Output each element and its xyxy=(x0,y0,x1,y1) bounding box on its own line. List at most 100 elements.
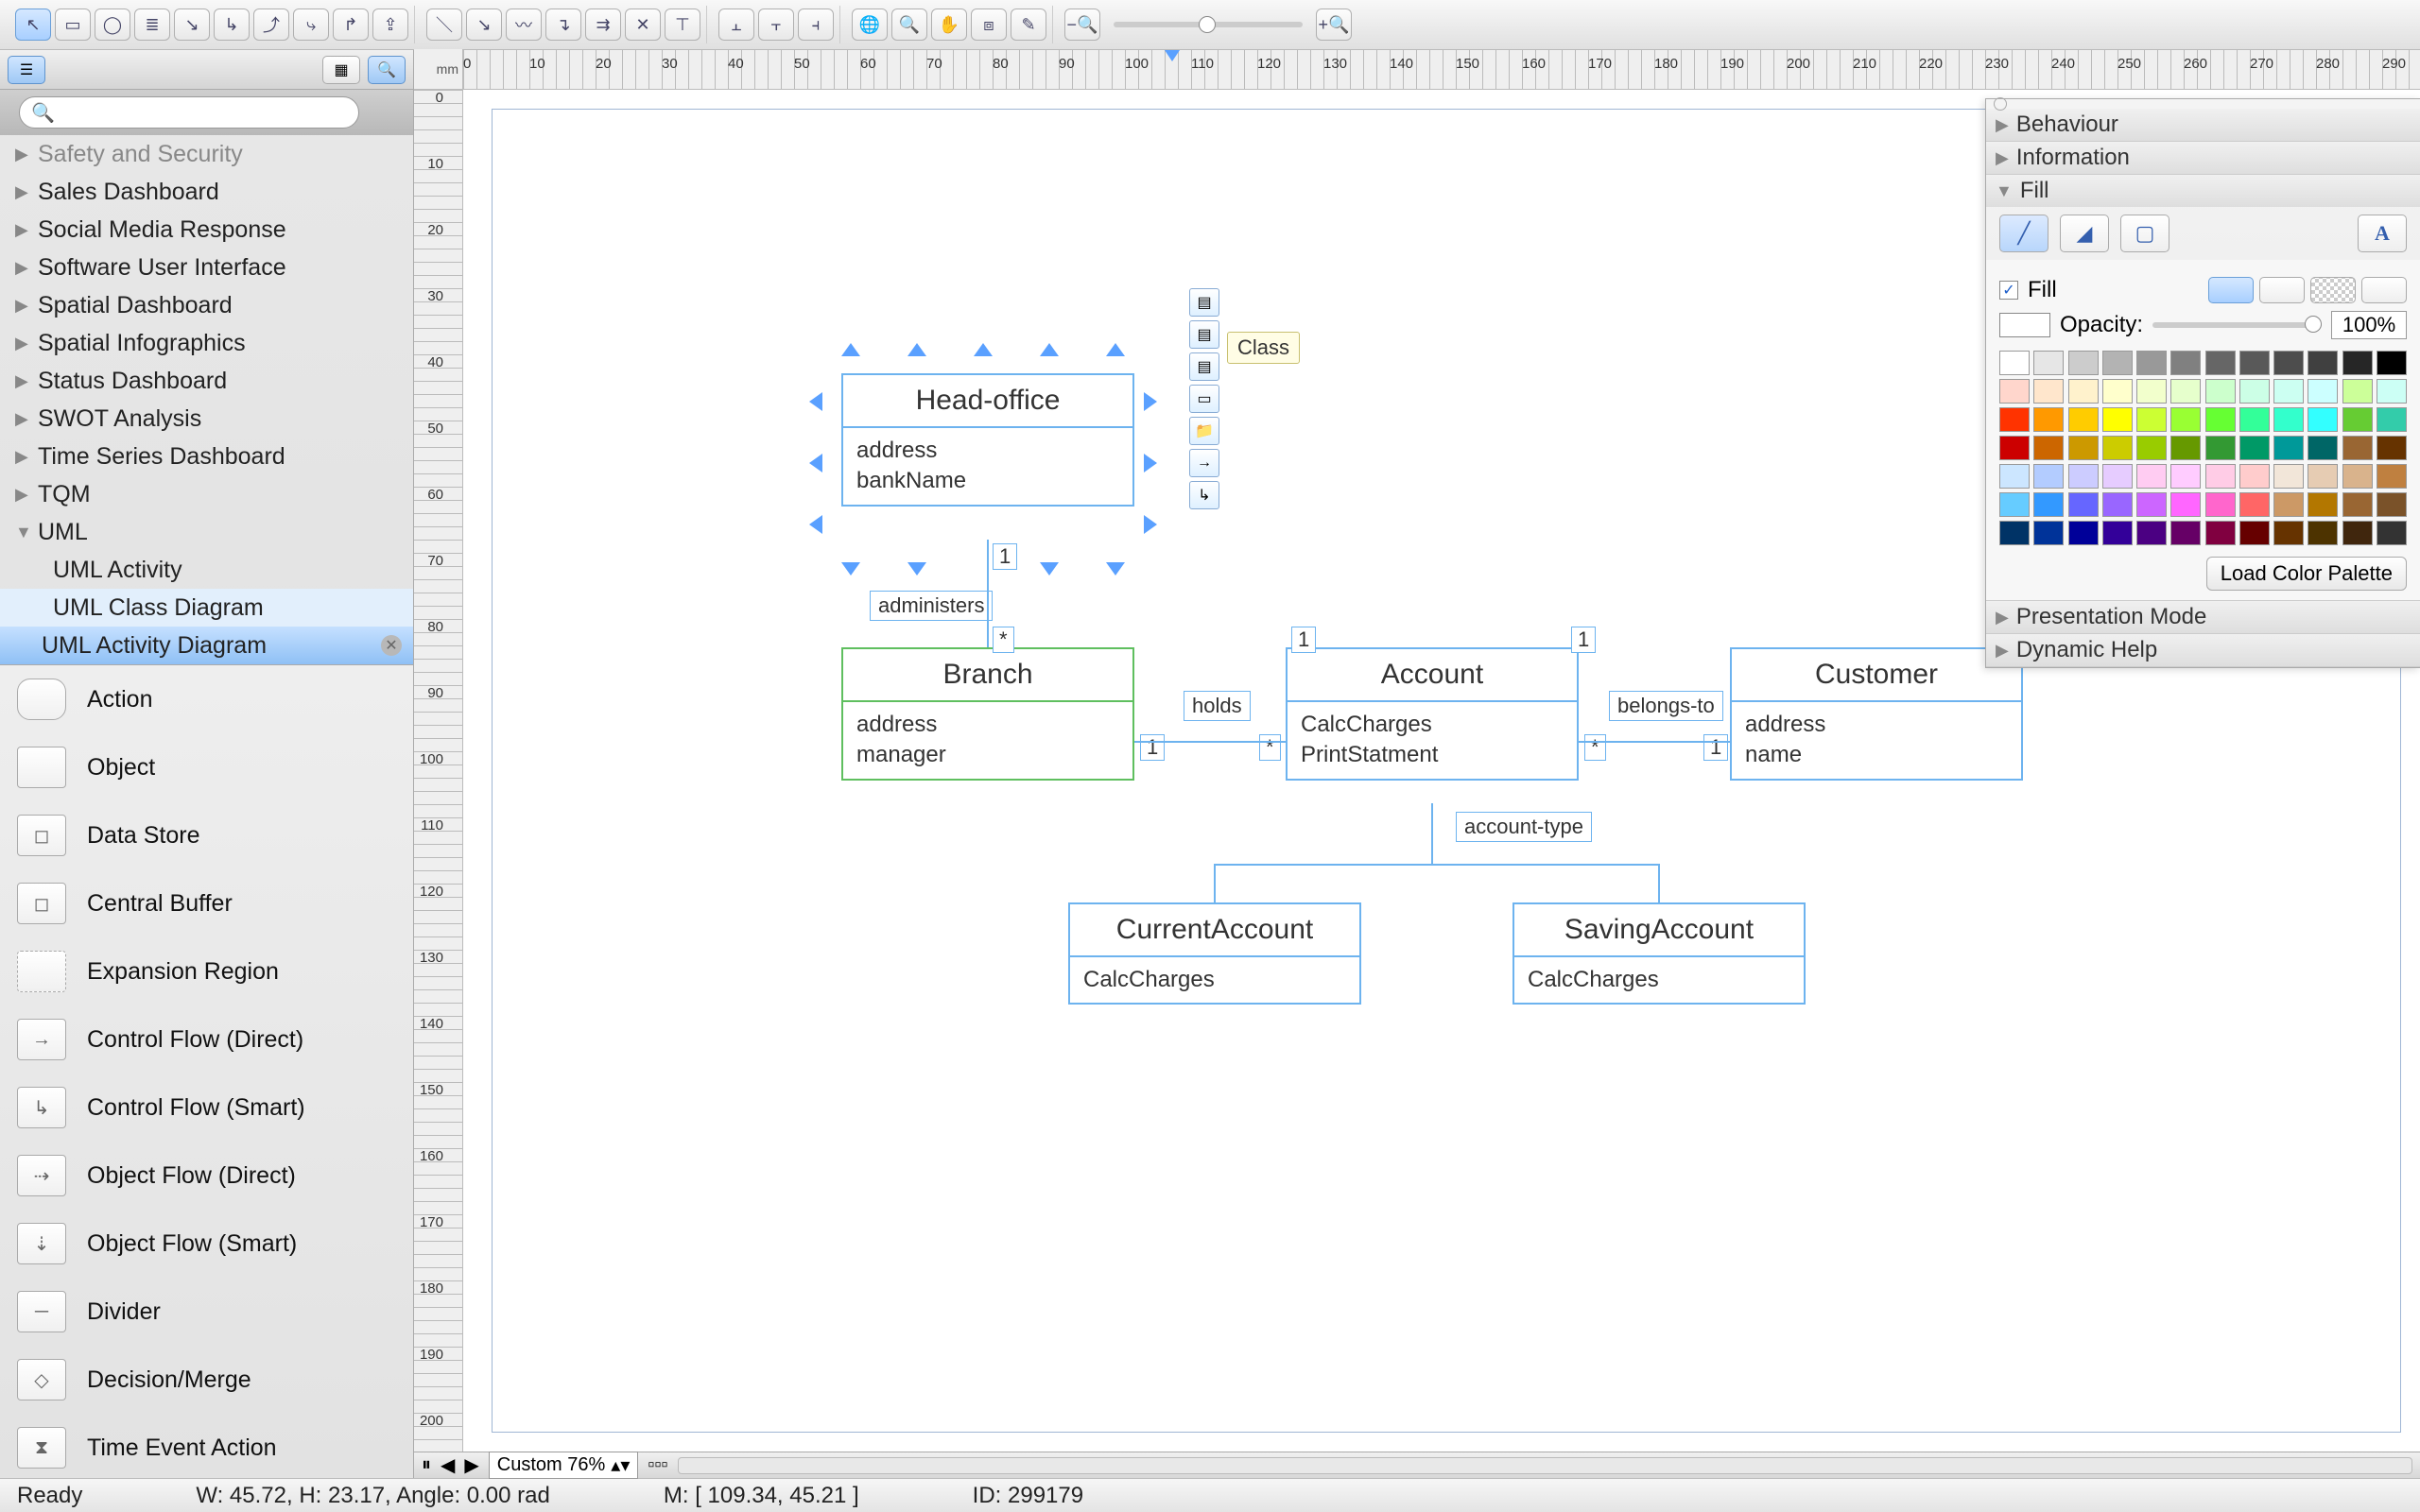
color-swatch[interactable] xyxy=(2205,407,2236,432)
color-swatch[interactable] xyxy=(2205,492,2236,517)
selection-handle[interactable] xyxy=(1144,392,1157,411)
label-account-type[interactable]: account-type xyxy=(1456,812,1592,842)
fill-checkbox[interactable]: ✓ xyxy=(1999,281,2018,300)
shape-oflow-smart[interactable]: ⇣Object Flow (Smart) xyxy=(0,1210,413,1278)
color-swatch[interactable] xyxy=(2342,464,2373,489)
search-toggle-button[interactable]: 🔍 xyxy=(368,56,406,84)
qt-package-button[interactable]: 📁 xyxy=(1189,417,1219,445)
fill-pattern-button[interactable] xyxy=(2310,277,2356,303)
color-swatch[interactable] xyxy=(2170,521,2201,545)
section-information-header[interactable]: ▶Information xyxy=(1986,142,2420,174)
section-presentation-header[interactable]: ▶Presentation Mode xyxy=(1986,601,2420,633)
template-item[interactable]: ▶Time Series Dashboard xyxy=(0,438,413,475)
template-item[interactable]: ▶SWOT Analysis xyxy=(0,400,413,438)
tee-button[interactable]: ⊤ xyxy=(665,9,700,41)
globe-button[interactable]: 🌐 xyxy=(852,9,888,41)
curve-button[interactable]: 〰 xyxy=(506,9,542,41)
shape-action[interactable]: Action xyxy=(0,665,413,733)
zoom-tool-button[interactable]: 🔍 xyxy=(891,9,927,41)
section-fill-header[interactable]: ▼Fill xyxy=(1986,175,2420,207)
color-swatch[interactable] xyxy=(2239,464,2270,489)
ortho-button[interactable]: ↴ xyxy=(545,9,581,41)
color-swatch[interactable] xyxy=(2033,379,2064,404)
color-swatch[interactable] xyxy=(2068,407,2099,432)
color-swatch[interactable] xyxy=(2273,407,2304,432)
selection-handle[interactable] xyxy=(908,343,926,356)
qt-class-button[interactable]: ▤ xyxy=(1189,288,1219,317)
color-swatch[interactable] xyxy=(2273,351,2304,375)
color-swatch[interactable] xyxy=(2068,436,2099,460)
template-item-cut[interactable]: ▶Safety and Security xyxy=(0,135,413,173)
fill-solid-button[interactable] xyxy=(2208,277,2254,303)
color-swatch[interactable] xyxy=(2170,436,2201,460)
color-swatch[interactable] xyxy=(2205,351,2236,375)
cross-button[interactable]: ✕ xyxy=(625,9,661,41)
color-swatch[interactable] xyxy=(2170,492,2201,517)
mult-star[interactable]: * xyxy=(1584,734,1606,761)
class-current-account[interactable]: CurrentAccount CalcCharges xyxy=(1068,902,1361,1005)
textblock-tool-button[interactable]: ≣ xyxy=(134,9,170,41)
fill-gradient-button[interactable] xyxy=(2259,277,2305,303)
selection-handle[interactable] xyxy=(1144,515,1157,534)
color-swatch[interactable] xyxy=(2273,521,2304,545)
color-swatch[interactable] xyxy=(2239,521,2270,545)
color-swatch[interactable] xyxy=(2308,521,2338,545)
qt-dep-button[interactable]: ↳ xyxy=(1189,481,1219,509)
label-belongs-to[interactable]: belongs-to xyxy=(1609,691,1723,721)
connector-e-button[interactable]: ↱ xyxy=(333,9,369,41)
library-search-input[interactable]: 🔍 xyxy=(19,96,359,129)
color-swatch[interactable] xyxy=(2136,351,2167,375)
class-head-office[interactable]: Head-office address bankName xyxy=(841,373,1134,507)
color-swatch[interactable] xyxy=(2273,436,2304,460)
selection-handle[interactable] xyxy=(1106,562,1125,576)
color-swatch[interactable] xyxy=(2377,464,2407,489)
zoom-level-selector[interactable]: Custom 76%▴▾ xyxy=(489,1452,639,1479)
color-swatch[interactable] xyxy=(2205,436,2236,460)
zoom-in-button[interactable]: +🔍 xyxy=(1316,9,1352,41)
color-swatch[interactable] xyxy=(2342,407,2373,432)
selection-handle[interactable] xyxy=(1106,343,1125,356)
selection-handle[interactable] xyxy=(809,454,822,472)
color-swatch[interactable] xyxy=(2033,492,2064,517)
color-swatch[interactable] xyxy=(2377,492,2407,517)
color-swatch[interactable] xyxy=(2377,436,2407,460)
load-palette-button[interactable]: Load Color Palette xyxy=(2206,557,2407,591)
section-behaviour-header[interactable]: ▶Behaviour xyxy=(1986,109,2420,141)
connector-a-button[interactable]: ↘ xyxy=(174,9,210,41)
color-swatch[interactable] xyxy=(2068,521,2099,545)
distribute-c-button[interactable]: ⫞ xyxy=(798,9,834,41)
color-swatch[interactable] xyxy=(2342,351,2373,375)
selection-handle[interactable] xyxy=(1144,454,1157,472)
selection-handle[interactable] xyxy=(809,392,822,411)
color-swatch[interactable] xyxy=(1999,464,2030,489)
fill-image-button[interactable] xyxy=(2361,277,2407,303)
color-swatch[interactable] xyxy=(2273,379,2304,404)
color-swatch[interactable] xyxy=(2170,407,2201,432)
color-swatch[interactable] xyxy=(2170,351,2201,375)
tab-text-icon[interactable]: A xyxy=(2358,215,2407,252)
template-item[interactable]: ▶Spatial Infographics xyxy=(0,324,413,362)
shape-timeevent[interactable]: ⧗Time Event Action xyxy=(0,1414,413,1478)
color-swatch[interactable] xyxy=(2136,492,2167,517)
label-holds[interactable]: holds xyxy=(1184,691,1251,721)
color-swatch[interactable] xyxy=(1999,521,2030,545)
connector-d-button[interactable]: ⤷ xyxy=(293,9,329,41)
color-swatch[interactable] xyxy=(2377,521,2407,545)
color-swatch[interactable] xyxy=(2342,379,2373,404)
color-swatch[interactable] xyxy=(2136,379,2167,404)
color-swatch[interactable] xyxy=(2033,436,2064,460)
color-swatch[interactable] xyxy=(2205,521,2236,545)
pager-next-icon[interactable]: ▶ xyxy=(464,1453,478,1477)
selection-handle[interactable] xyxy=(974,343,993,356)
close-template-button[interactable]: ✕ xyxy=(381,635,402,656)
ruler-guide-marker[interactable] xyxy=(1165,50,1180,61)
color-swatch[interactable] xyxy=(2033,351,2064,375)
color-swatch[interactable] xyxy=(2136,436,2167,460)
shape-decision[interactable]: ◇Decision/Merge xyxy=(0,1346,413,1414)
color-swatch[interactable] xyxy=(2377,351,2407,375)
class-saving-account[interactable]: SavingAccount CalcCharges xyxy=(1512,902,1806,1005)
panel-close-icon[interactable] xyxy=(1994,97,2007,111)
color-swatch[interactable] xyxy=(2033,521,2064,545)
template-item[interactable]: ▶Spatial Dashboard xyxy=(0,286,413,324)
class-customer[interactable]: Customer address name xyxy=(1730,647,2023,781)
